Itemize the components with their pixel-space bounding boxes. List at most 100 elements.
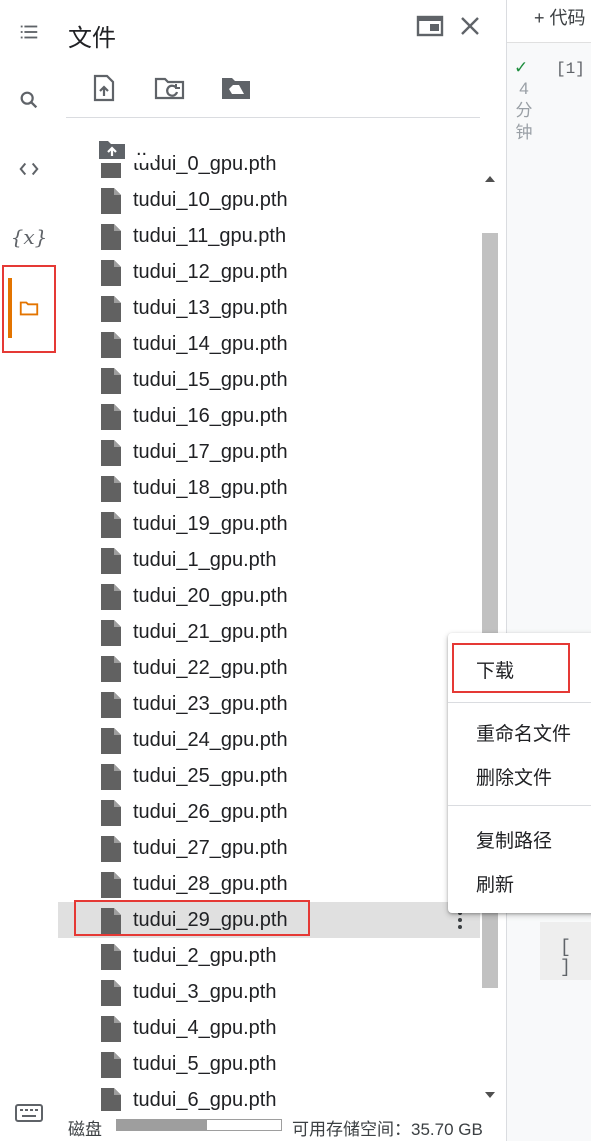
upload-file-icon[interactable] — [84, 70, 124, 106]
menu-divider — [448, 805, 591, 806]
file-row[interactable]: tudui_26_gpu.pth — [58, 794, 480, 830]
menu-copy-path[interactable]: 复制路径 — [476, 826, 552, 853]
file-row[interactable]: tudui_25_gpu.pth — [58, 758, 480, 794]
file-row[interactable]: tudui_1_gpu.pth — [58, 542, 480, 578]
run-success-check-icon: ✓ — [514, 58, 529, 77]
disk-footer: 磁盘 可用存储空间：35.70 GB — [58, 1112, 500, 1141]
menu-download[interactable]: 下载 — [476, 656, 514, 683]
file-name: tudui_21_gpu.pth — [133, 621, 288, 643]
file-icon — [101, 332, 121, 358]
file-icon — [101, 728, 121, 754]
file-icon — [101, 548, 121, 574]
file-icon — [101, 440, 121, 466]
folder-highlight-box — [2, 265, 56, 353]
available-storage: 可用存储空间：35.70 GB — [292, 1120, 483, 1139]
file-row[interactable]: tudui_13_gpu.pth — [58, 290, 480, 326]
keyboard-shortcuts-icon[interactable] — [14, 1102, 44, 1124]
file-row[interactable]: tudui_17_gpu.pth — [58, 434, 480, 470]
folder-up-icon — [99, 141, 125, 159]
file-row[interactable]: tudui_27_gpu.pth — [58, 830, 480, 866]
file-row[interactable]: tudui_15_gpu.pth — [58, 362, 480, 398]
file-row[interactable]: tudui_3_gpu.pth — [58, 974, 480, 1010]
file-list: .. tudui_0_gpu.pth tudui_10_gpu.pth tudui_… — [58, 130, 480, 1111]
menu-rename-file[interactable]: 重命名文件 — [476, 719, 571, 746]
file-name: tudui_27_gpu.pth — [133, 837, 288, 859]
file-name: tudui_28_gpu.pth — [133, 873, 288, 895]
file-name: tudui_6_gpu.pth — [133, 1089, 277, 1111]
menu-delete-file[interactable]: 删除文件 — [476, 763, 552, 790]
left-icon-rail: {x} — [0, 0, 58, 1141]
file-name: tudui_16_gpu.pth — [133, 405, 288, 427]
file-row[interactable]: tudui_18_gpu.pth — [58, 470, 480, 506]
file-name: tudui_25_gpu.pth — [133, 765, 288, 787]
file-icon — [101, 1088, 121, 1111]
file-name: tudui_10_gpu.pth — [133, 189, 288, 211]
file-name: tudui_24_gpu.pth — [133, 729, 288, 751]
file-row[interactable]: tudui_29_gpu.pth — [58, 900, 480, 938]
panel-title: 文件 — [68, 25, 116, 52]
file-icon — [101, 764, 121, 790]
file-row[interactable]: tudui_5_gpu.pth — [58, 1046, 480, 1082]
files-panel: 文件 .. tudui_0_gpu.pth tudui_10_gpu.pth tud… — [58, 0, 500, 1141]
code-snippets-icon[interactable] — [0, 149, 58, 189]
file-row[interactable]: tudui_19_gpu.pth — [58, 506, 480, 542]
file-icon — [101, 656, 121, 682]
file-icon — [101, 692, 121, 718]
file-row[interactable]: tudui_21_gpu.pth — [58, 614, 480, 650]
file-name: tudui_18_gpu.pth — [133, 477, 288, 499]
file-icon — [101, 404, 121, 430]
file-row[interactable]: tudui_2_gpu.pth — [58, 938, 480, 974]
file-row[interactable]: tudui_22_gpu.pth — [58, 650, 480, 686]
add-code-button[interactable]: + 代码 — [534, 4, 586, 30]
file-row[interactable]: tudui_14_gpu.pth — [58, 326, 480, 362]
file-rows: tudui_0_gpu.pth tudui_10_gpu.pth tudui_11_… — [58, 146, 480, 1111]
file-row[interactable]: tudui_11_gpu.pth — [58, 218, 480, 254]
file-icon — [101, 260, 121, 286]
file-name: tudui_13_gpu.pth — [133, 297, 288, 319]
file-row[interactable]: tudui_23_gpu.pth — [58, 686, 480, 722]
mount-drive-icon[interactable] — [216, 70, 256, 106]
table-of-contents-icon[interactable] — [0, 12, 58, 52]
file-row[interactable]: tudui_4_gpu.pth — [58, 1010, 480, 1046]
search-icon[interactable] — [0, 80, 58, 120]
exec-time-unit-1: 分 — [515, 101, 533, 120]
file-icon — [101, 476, 121, 502]
file-icon — [101, 944, 121, 970]
file-row[interactable]: tudui_10_gpu.pth — [58, 182, 480, 218]
file-row[interactable]: tudui_16_gpu.pth — [58, 398, 480, 434]
file-icon — [101, 1016, 121, 1042]
variables-icon[interactable]: {x} — [0, 217, 58, 257]
refresh-folder-icon[interactable] — [150, 70, 190, 106]
parent-directory-label: .. — [136, 138, 148, 160]
file-icon — [101, 368, 121, 394]
file-row[interactable]: tudui_12_gpu.pth — [58, 254, 480, 290]
cell-run-indicator[interactable]: [ ] — [560, 938, 591, 978]
file-name: tudui_3_gpu.pth — [133, 981, 277, 1003]
exec-time-unit-2: 钟 — [515, 123, 533, 142]
header-divider — [66, 117, 480, 118]
file-name: tudui_15_gpu.pth — [133, 369, 288, 391]
file-name: tudui_14_gpu.pth — [133, 333, 288, 355]
open-in-tab-icon[interactable] — [412, 10, 448, 42]
file-row[interactable]: tudui_6_gpu.pth — [58, 1082, 480, 1111]
menu-divider — [448, 702, 591, 703]
scroll-up-arrow[interactable] — [482, 172, 498, 186]
file-row[interactable]: tudui_28_gpu.pth — [58, 866, 480, 902]
file-name: tudui_19_gpu.pth — [133, 513, 288, 535]
execution-count: [1] — [556, 60, 585, 78]
file-name: tudui_11_gpu.pth — [133, 225, 287, 247]
file-row[interactable]: tudui_24_gpu.pth — [58, 722, 480, 758]
close-icon[interactable] — [452, 10, 488, 42]
parent-directory-row[interactable]: .. — [98, 135, 156, 163]
selected-file-highlight-box — [74, 900, 310, 936]
empty-code-cell[interactable]: [ ] — [540, 922, 591, 980]
file-name: tudui_4_gpu.pth — [133, 1017, 277, 1039]
menu-refresh[interactable]: 刷新 — [476, 870, 514, 897]
file-icon — [101, 872, 121, 898]
file-name: tudui_5_gpu.pth — [133, 1053, 277, 1075]
disk-label: 磁盘 — [68, 1120, 102, 1139]
file-row[interactable]: tudui_20_gpu.pth — [58, 578, 480, 614]
exec-time-value: 4 — [519, 79, 529, 98]
scroll-down-arrow[interactable] — [482, 1088, 498, 1102]
file-icon — [101, 1052, 121, 1078]
